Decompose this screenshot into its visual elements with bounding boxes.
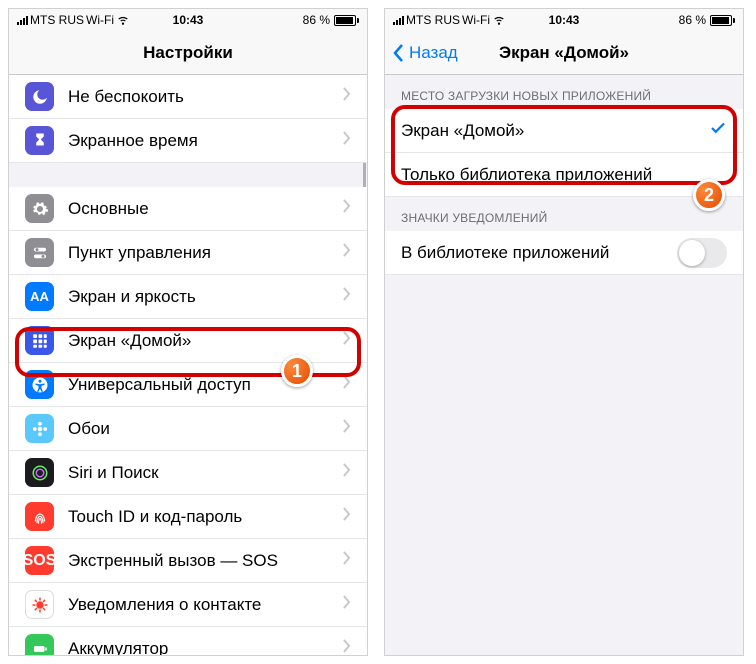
chevron-right-icon — [343, 463, 351, 482]
chevron-right-icon — [343, 199, 351, 218]
row-label: Аккумулятор — [68, 639, 343, 656]
signal-icon — [393, 16, 404, 25]
chevron-right-icon — [343, 331, 351, 350]
option-label: Только библиотека приложений — [401, 165, 727, 185]
fingerprint-icon — [25, 502, 54, 531]
clock: 10:43 — [173, 13, 204, 27]
clock: 10:43 — [549, 13, 580, 27]
page-title: Экран «Домой» — [499, 43, 629, 63]
checkmark-icon — [709, 119, 727, 142]
gear-icon — [25, 194, 54, 223]
chevron-right-icon — [343, 639, 351, 655]
sos-icon: SOS — [25, 546, 54, 575]
row-battery[interactable]: Аккумулятор — [9, 627, 367, 655]
row-label: Основные — [68, 199, 343, 219]
hourglass-icon — [25, 126, 54, 155]
row-label: Экранное время — [68, 131, 343, 151]
grid-icon — [25, 326, 54, 355]
row-home-screen[interactable]: Экран «Домой» — [9, 319, 367, 363]
status-bar: MTS RUS Wi-Fi 10:43 86 % — [9, 9, 367, 31]
row-label: Не беспокоить — [68, 87, 343, 107]
row-wallpaper[interactable]: Обои — [9, 407, 367, 451]
carrier-label: MTS RUS — [30, 13, 84, 27]
option-app-library-only[interactable]: Только библиотека приложений — [385, 153, 743, 197]
row-display-brightness[interactable]: AA Экран и яркость — [9, 275, 367, 319]
chevron-right-icon — [343, 507, 351, 526]
row-label: Уведомления о контакте — [68, 595, 343, 615]
virus-icon — [25, 590, 54, 619]
chevron-right-icon — [343, 287, 351, 306]
option-label: Экран «Домой» — [401, 121, 709, 141]
text-size-icon: AA — [25, 282, 54, 311]
section-header-download-location: МЕСТО ЗАГРУЗКИ НОВЫХ ПРИЛОЖЕНИЙ — [385, 75, 743, 109]
flower-icon — [25, 414, 54, 443]
nav-bar: Назад Экран «Домой» — [385, 31, 743, 75]
option-home-screen[interactable]: Экран «Домой» — [385, 109, 743, 153]
row-label: Пункт управления — [68, 243, 343, 263]
toggle-app-library-badges[interactable]: В библиотеке приложений — [385, 231, 743, 275]
battery-icon — [710, 15, 735, 26]
row-label: Touch ID и код-пароль — [68, 507, 343, 527]
signal-icon — [17, 16, 28, 25]
page-title: Настройки — [143, 43, 233, 63]
row-accessibility[interactable]: Универсальный доступ — [9, 363, 367, 407]
wifi-icon — [492, 12, 506, 29]
row-siri-search[interactable]: Siri и Поиск — [9, 451, 367, 495]
network-label: Wi-Fi — [462, 13, 490, 27]
back-button[interactable]: Назад — [391, 31, 458, 74]
row-label: Экстренный вызов — SOS — [68, 551, 343, 571]
row-screen-time[interactable]: Экранное время — [9, 119, 367, 163]
section-header-badges: ЗНАЧКИ УВЕДОМЛЕНИЙ — [385, 197, 743, 231]
row-touchid-passcode[interactable]: Touch ID и код-пароль — [9, 495, 367, 539]
wifi-icon — [116, 12, 130, 29]
chevron-right-icon — [343, 131, 351, 150]
row-emergency-sos[interactable]: SOS Экстренный вызов — SOS — [9, 539, 367, 583]
chevron-right-icon — [343, 551, 351, 570]
settings-list[interactable]: Не беспокоить Экранное время Основные Пу… — [9, 75, 367, 655]
chevron-right-icon — [343, 87, 351, 106]
row-label: Экран «Домой» — [68, 331, 343, 351]
annotation-badge-2: 2 — [693, 179, 725, 211]
chevron-right-icon — [343, 595, 351, 614]
battery-icon — [25, 634, 54, 655]
row-label: Экран и яркость — [68, 287, 343, 307]
chevron-right-icon — [343, 375, 351, 394]
battery-percent: 86 % — [679, 13, 706, 27]
carrier-label: MTS RUS — [406, 13, 460, 27]
row-control-center[interactable]: Пункт управления — [9, 231, 367, 275]
status-bar: MTS RUS Wi-Fi 10:43 86 % — [385, 9, 743, 31]
switches-icon — [25, 238, 54, 267]
row-exposure-notifications[interactable]: Уведомления о контакте — [9, 583, 367, 627]
back-label: Назад — [409, 43, 458, 63]
accessibility-icon — [25, 370, 54, 399]
battery-percent: 86 % — [303, 13, 330, 27]
chevron-right-icon — [343, 419, 351, 438]
siri-icon — [25, 458, 54, 487]
row-general[interactable]: Основные — [9, 187, 367, 231]
battery-icon — [334, 15, 359, 26]
network-label: Wi-Fi — [86, 13, 114, 27]
row-label: Siri и Поиск — [68, 463, 343, 483]
moon-icon — [25, 82, 54, 111]
options-list: МЕСТО ЗАГРУЗКИ НОВЫХ ПРИЛОЖЕНИЙ Экран «Д… — [385, 75, 743, 655]
nav-bar: Настройки — [9, 31, 367, 75]
toggle-switch[interactable] — [677, 238, 727, 268]
row-label: Обои — [68, 419, 343, 439]
settings-screen: MTS RUS Wi-Fi 10:43 86 % Настройки Не бе… — [8, 8, 368, 656]
home-screen-settings: MTS RUS Wi-Fi 10:43 86 % Назад Экран «До… — [384, 8, 744, 656]
annotation-badge-1: 1 — [281, 355, 313, 387]
chevron-right-icon — [343, 243, 351, 262]
toggle-label: В библиотеке приложений — [401, 243, 677, 263]
row-do-not-disturb[interactable]: Не беспокоить — [9, 75, 367, 119]
